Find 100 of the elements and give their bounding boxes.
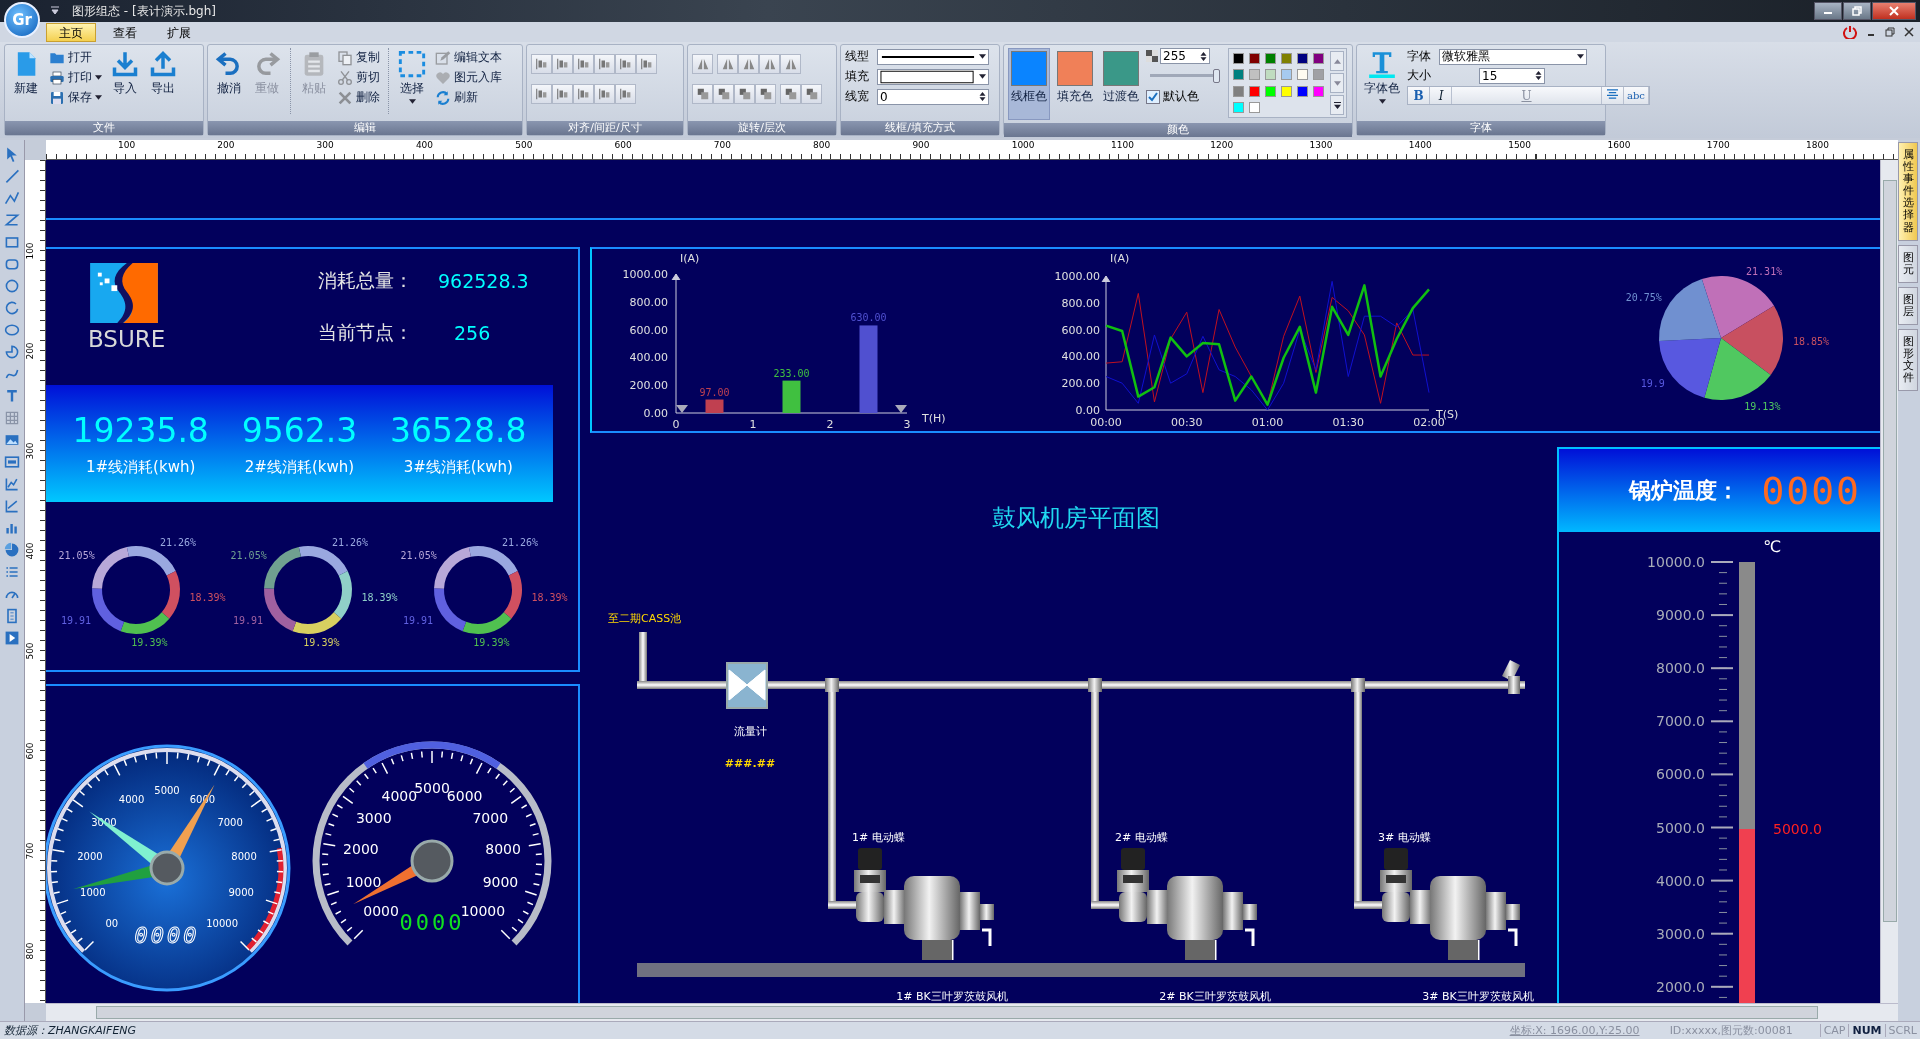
slider-thumb[interactable] — [1212, 69, 1220, 83]
color-button[interactable]: 填充色 — [1054, 48, 1096, 120]
trend-chart-icon[interactable] — [4, 498, 20, 514]
arrange-button[interactable] — [717, 54, 738, 74]
color-button[interactable]: 过渡色 — [1100, 48, 1142, 120]
fill-style-dropdown[interactable] — [877, 68, 989, 85]
ribbon-tab[interactable]: 查看 — [100, 22, 150, 42]
table-icon[interactable] — [4, 410, 20, 426]
arrange-button[interactable] — [713, 84, 734, 104]
arrange-button[interactable] — [692, 54, 713, 74]
toolbar-button[interactable]: 打开 — [47, 48, 104, 67]
arrange-button[interactable] — [780, 84, 801, 104]
close-button[interactable] — [1872, 2, 1916, 20]
close-icon[interactable] — [1904, 27, 1914, 37]
align-button[interactable] — [594, 54, 615, 74]
line-style-dropdown[interactable] — [877, 48, 989, 65]
palette-swatch[interactable] — [1313, 85, 1324, 97]
toolbar-button[interactable]: 新建 — [9, 48, 43, 99]
arrange-button[interactable] — [692, 84, 713, 104]
text-style-button[interactable]: abc — [1624, 87, 1649, 104]
circle-icon[interactable] — [4, 278, 20, 294]
align-dropdown-button[interactable] — [1602, 87, 1624, 104]
ribbon-tab[interactable]: 扩展 — [154, 22, 204, 42]
arc-icon[interactable] — [4, 300, 20, 316]
font-style-button[interactable]: B — [1408, 87, 1430, 104]
restore-icon[interactable] — [1885, 27, 1895, 37]
palette-swatch[interactable] — [1297, 85, 1308, 97]
palette-swatch[interactable] — [1249, 85, 1260, 97]
align-button[interactable] — [615, 84, 636, 104]
palette-swatch[interactable] — [1313, 69, 1324, 81]
align-button[interactable] — [615, 54, 636, 74]
arrange-button[interactable] — [755, 84, 776, 104]
align-button[interactable] — [594, 84, 615, 104]
align-button[interactable] — [636, 54, 657, 74]
default-color-checkbox[interactable]: 默认色 — [1146, 88, 1224, 105]
toolbar-button[interactable]: 选择 — [395, 48, 429, 106]
color-button[interactable]: 线框色 — [1008, 48, 1050, 120]
scroll-up-button[interactable] — [1330, 51, 1344, 71]
palette-swatch[interactable] — [1265, 53, 1276, 64]
palette-swatch[interactable] — [1233, 53, 1244, 64]
ribbon-tab[interactable]: 主页 — [46, 22, 96, 42]
side-tab[interactable]: 图层 — [1898, 286, 1918, 326]
font-color-button[interactable]: 字体色 — [1361, 48, 1403, 106]
toolbar-button[interactable]: 打印 — [47, 68, 104, 87]
meter-icon[interactable] — [4, 608, 20, 624]
image-icon[interactable] — [4, 432, 20, 448]
palette-swatch[interactable] — [1249, 53, 1260, 64]
vertical-scrollbar[interactable] — [1880, 160, 1898, 1003]
palette-swatch[interactable] — [1281, 53, 1292, 64]
pie-outline-icon[interactable] — [4, 344, 20, 360]
rounded-rectangle-icon[interactable] — [4, 256, 20, 272]
align-button[interactable] — [531, 54, 552, 74]
more-colors-button[interactable] — [1330, 95, 1344, 115]
align-button[interactable] — [552, 54, 573, 74]
palette-swatch[interactable] — [1233, 101, 1244, 113]
pie-chart-icon[interactable] — [4, 542, 20, 558]
palette-swatch[interactable] — [1233, 69, 1244, 81]
font-size-spinner[interactable]: 15 — [1479, 67, 1545, 84]
arrange-button[interactable] — [734, 84, 755, 104]
side-tab[interactable]: 属性事件选择器 — [1898, 142, 1918, 241]
horizontal-scrollbar[interactable] — [46, 1003, 1898, 1021]
play-icon[interactable] — [4, 630, 20, 646]
palette-swatch[interactable] — [1281, 69, 1292, 81]
palette-swatch[interactable] — [1313, 53, 1324, 64]
minimize-button[interactable] — [1814, 2, 1842, 20]
toolbar-button[interactable]: 刷新 — [433, 88, 504, 107]
line-icon[interactable] — [4, 168, 20, 184]
side-tab[interactable]: 图元 — [1898, 244, 1918, 283]
palette-swatch[interactable] — [1297, 69, 1308, 81]
polyline-icon[interactable] — [4, 190, 20, 206]
palette-swatch[interactable] — [1233, 85, 1244, 97]
align-button[interactable] — [531, 84, 552, 104]
palette-swatch[interactable] — [1281, 85, 1292, 97]
arrange-button[interactable] — [780, 54, 801, 74]
palette-swatch[interactable] — [1265, 85, 1276, 97]
text-tool-icon[interactable] — [4, 388, 20, 404]
align-button[interactable] — [573, 84, 594, 104]
restore-button[interactable] — [1843, 2, 1871, 20]
list-icon[interactable] — [4, 564, 20, 580]
ellipse-icon[interactable] — [4, 322, 20, 338]
palette-swatch[interactable] — [1265, 69, 1276, 81]
side-tab[interactable]: 图形文件 — [1898, 329, 1918, 392]
line-chart-icon[interactable] — [4, 476, 20, 492]
arrange-button[interactable] — [759, 54, 780, 74]
power-icon[interactable] — [1843, 25, 1857, 39]
toolbar-button[interactable]: 保存 — [47, 88, 104, 107]
arrange-button[interactable] — [738, 54, 759, 74]
align-button[interactable] — [573, 54, 594, 74]
caret-icon[interactable] — [50, 6, 60, 16]
rectangle-icon[interactable] — [4, 234, 20, 250]
zigzag-icon[interactable] — [4, 212, 20, 228]
toolbar-button[interactable]: 导入 — [108, 48, 142, 99]
align-button[interactable] — [552, 84, 573, 104]
toolbar-button[interactable]: 撤消 — [212, 48, 246, 99]
opacity-spinner[interactable]: 255 — [1160, 48, 1210, 64]
frame-icon[interactable] — [4, 454, 20, 470]
palette-swatch[interactable] — [1249, 101, 1260, 113]
pointer-icon[interactable] — [4, 146, 20, 162]
line-width-spinner[interactable]: 0 — [877, 88, 989, 105]
palette-swatch[interactable] — [1297, 53, 1308, 64]
